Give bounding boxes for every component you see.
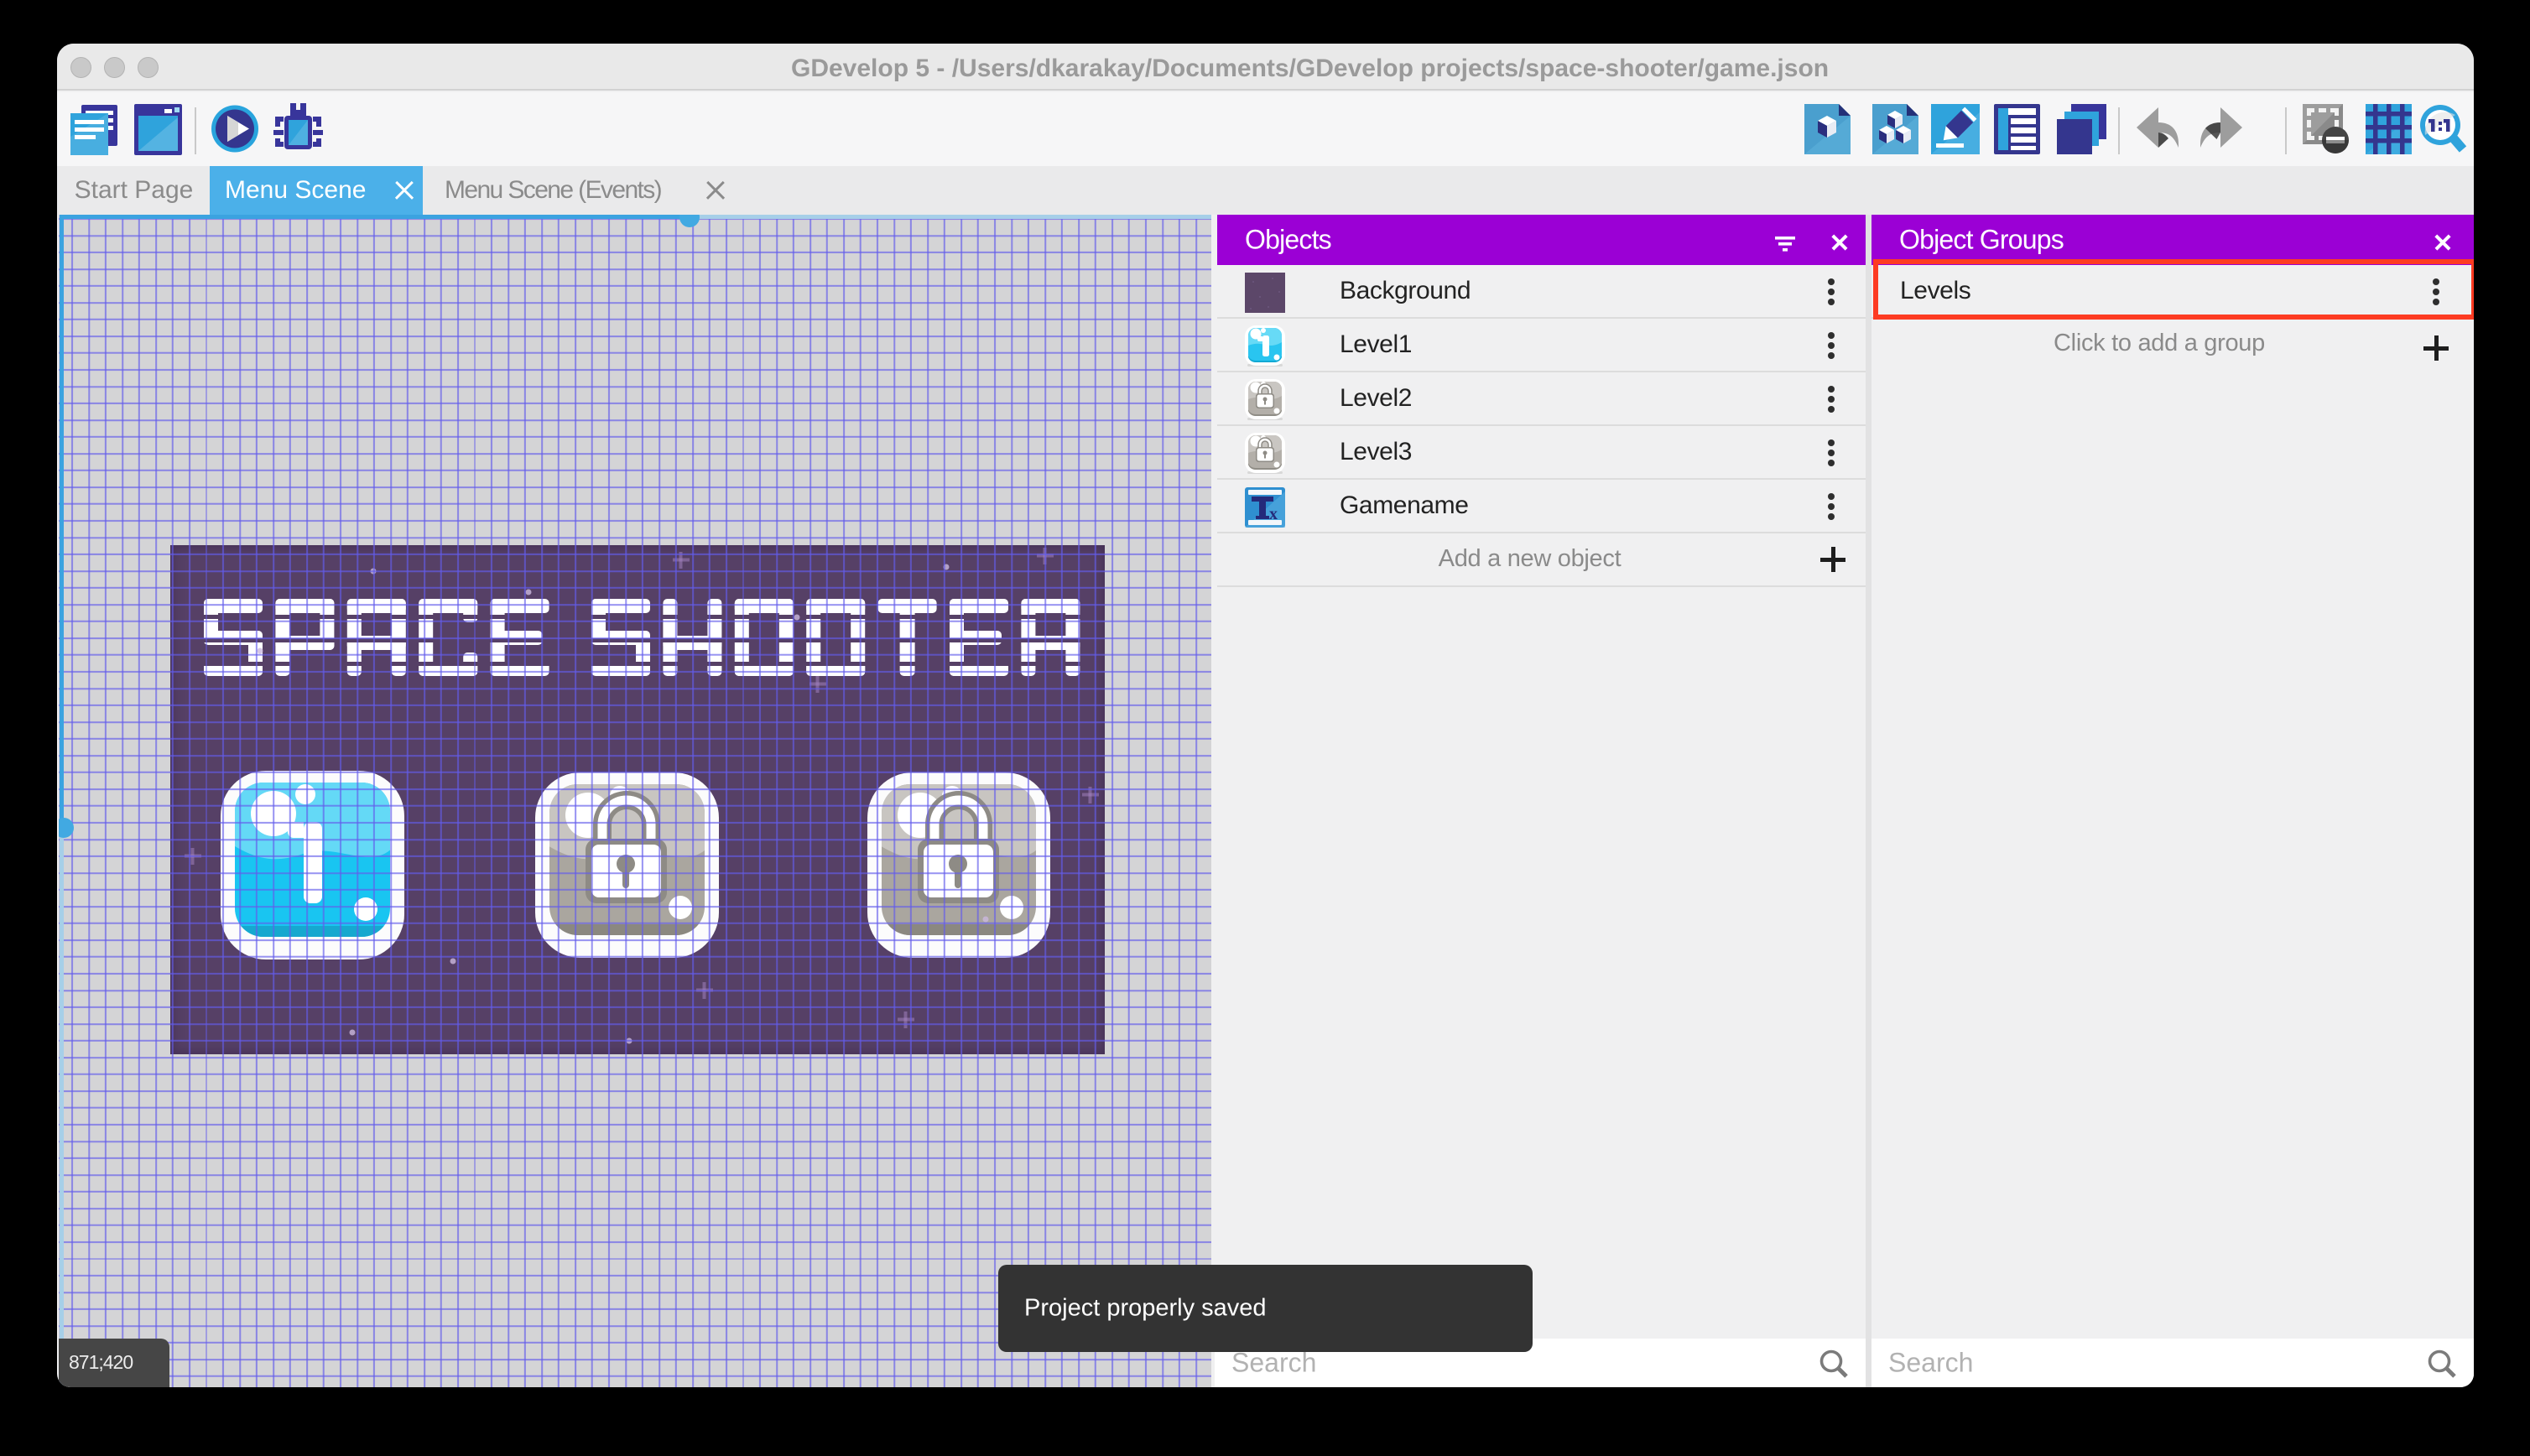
- svg-text:x: x: [1269, 505, 1278, 523]
